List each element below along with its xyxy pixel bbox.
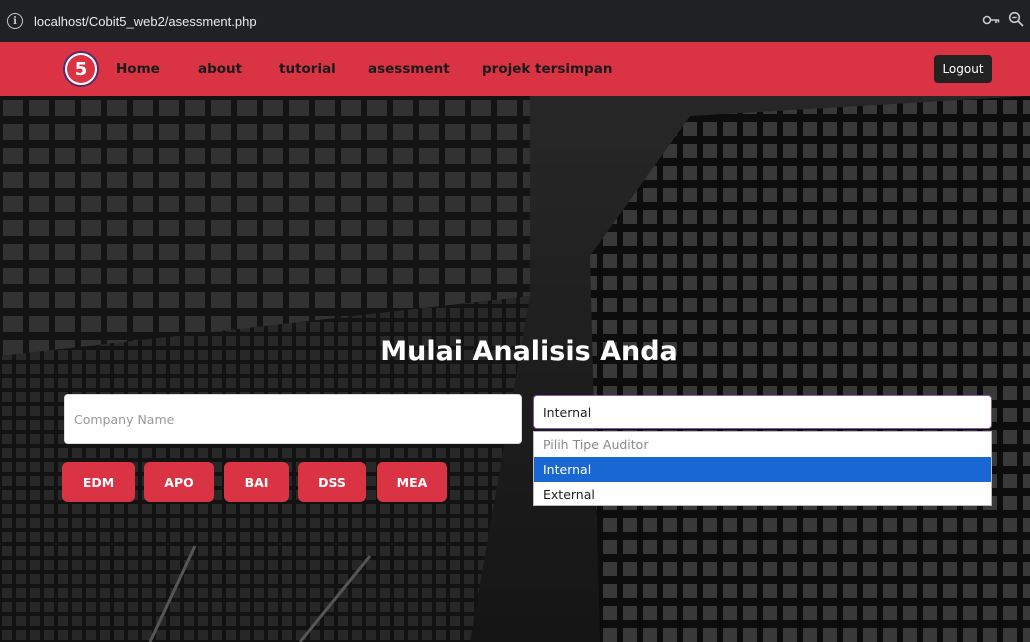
- edm-button[interactable]: EDM: [62, 462, 135, 502]
- nav-tutorial[interactable]: tutorial: [279, 61, 336, 77]
- nav-asessment[interactable]: asessment: [368, 61, 450, 77]
- logo-number: 5: [67, 55, 95, 83]
- auditor-type-dropdown: Pilih Tipe Auditor Internal External: [533, 431, 992, 506]
- nav-home[interactable]: Home: [116, 61, 160, 77]
- dss-button[interactable]: DSS: [298, 462, 366, 502]
- bai-button[interactable]: BAI: [224, 462, 289, 502]
- city-buildings-background: [0, 96, 1030, 642]
- auditor-type-select[interactable]: Internal: [533, 395, 992, 429]
- apo-button[interactable]: APO: [144, 462, 214, 502]
- key-icon[interactable]: [982, 13, 1000, 27]
- cobit5-logo[interactable]: 5: [63, 51, 99, 87]
- url-text[interactable]: localhost/Cobit5_web2/asessment.php: [34, 14, 257, 29]
- hero-section: Mulai Analisis Anda Internal Pilih Tipe …: [0, 96, 1030, 642]
- company-name-input[interactable]: [64, 394, 522, 444]
- nav-projek-tersimpan[interactable]: projek tersimpan: [482, 61, 612, 77]
- nav-about[interactable]: about: [198, 61, 242, 77]
- logout-button[interactable]: Logout: [934, 55, 992, 83]
- option-internal[interactable]: Internal: [534, 457, 991, 482]
- browser-url-bar: i localhost/Cobit5_web2/asessment.php: [0, 0, 1030, 42]
- mea-button[interactable]: MEA: [377, 462, 447, 502]
- site-info-icon[interactable]: i: [7, 13, 23, 29]
- navbar: 5 Home about tutorial asessment projek t…: [0, 42, 1030, 96]
- option-external[interactable]: External: [534, 482, 991, 507]
- page-title: Mulai Analisis Anda: [380, 336, 678, 367]
- option-pilih-tipe-auditor: Pilih Tipe Auditor: [543, 437, 649, 452]
- zoom-icon[interactable]: [1008, 11, 1024, 27]
